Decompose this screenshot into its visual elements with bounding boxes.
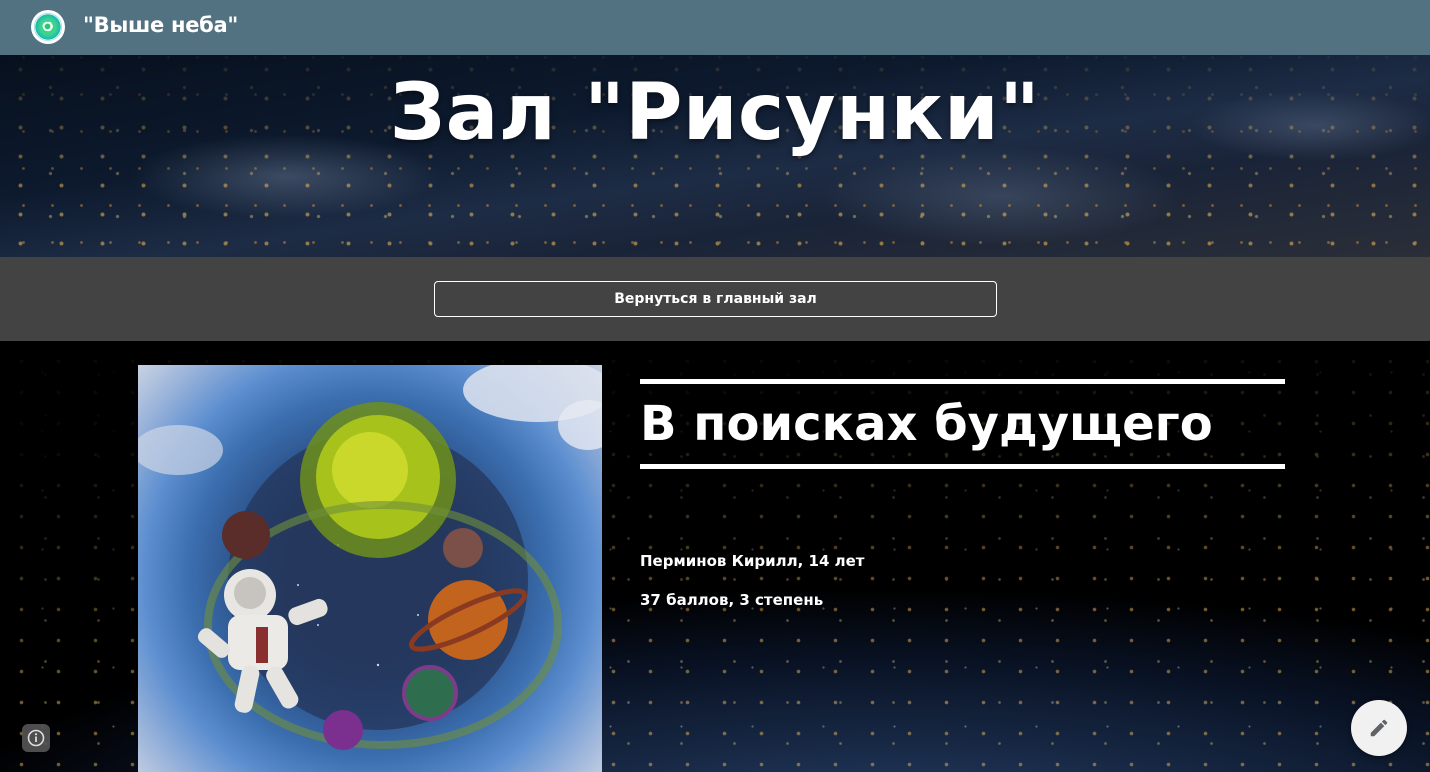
- artwork-section: В поисках будущего Перминов Кирилл, 14 л…: [0, 341, 1430, 772]
- artwork-headline: В поисках будущего: [640, 379, 1285, 469]
- globe-logo-icon[interactable]: [31, 10, 65, 44]
- pencil-icon[interactable]: [1351, 700, 1407, 756]
- space-painting-image: [138, 365, 602, 772]
- back-to-main-hall-button[interactable]: Вернуться в главный зал: [434, 281, 997, 317]
- navigation-band: Вернуться в главный зал: [0, 257, 1430, 341]
- info-icon[interactable]: [22, 724, 50, 752]
- site-header: "Выше неба": [0, 0, 1430, 55]
- bottom-divider: [640, 464, 1285, 469]
- artwork-author: Перминов Кирилл, 14 лет: [640, 552, 865, 570]
- artwork-score: 37 баллов, 3 степень: [640, 591, 824, 609]
- artwork-title: В поисках будущего: [640, 396, 1213, 452]
- site-title[interactable]: "Выше неба": [83, 13, 238, 37]
- hero-banner: Зал "Рисунки": [0, 55, 1430, 257]
- page-title: Зал "Рисунки": [389, 68, 1041, 158]
